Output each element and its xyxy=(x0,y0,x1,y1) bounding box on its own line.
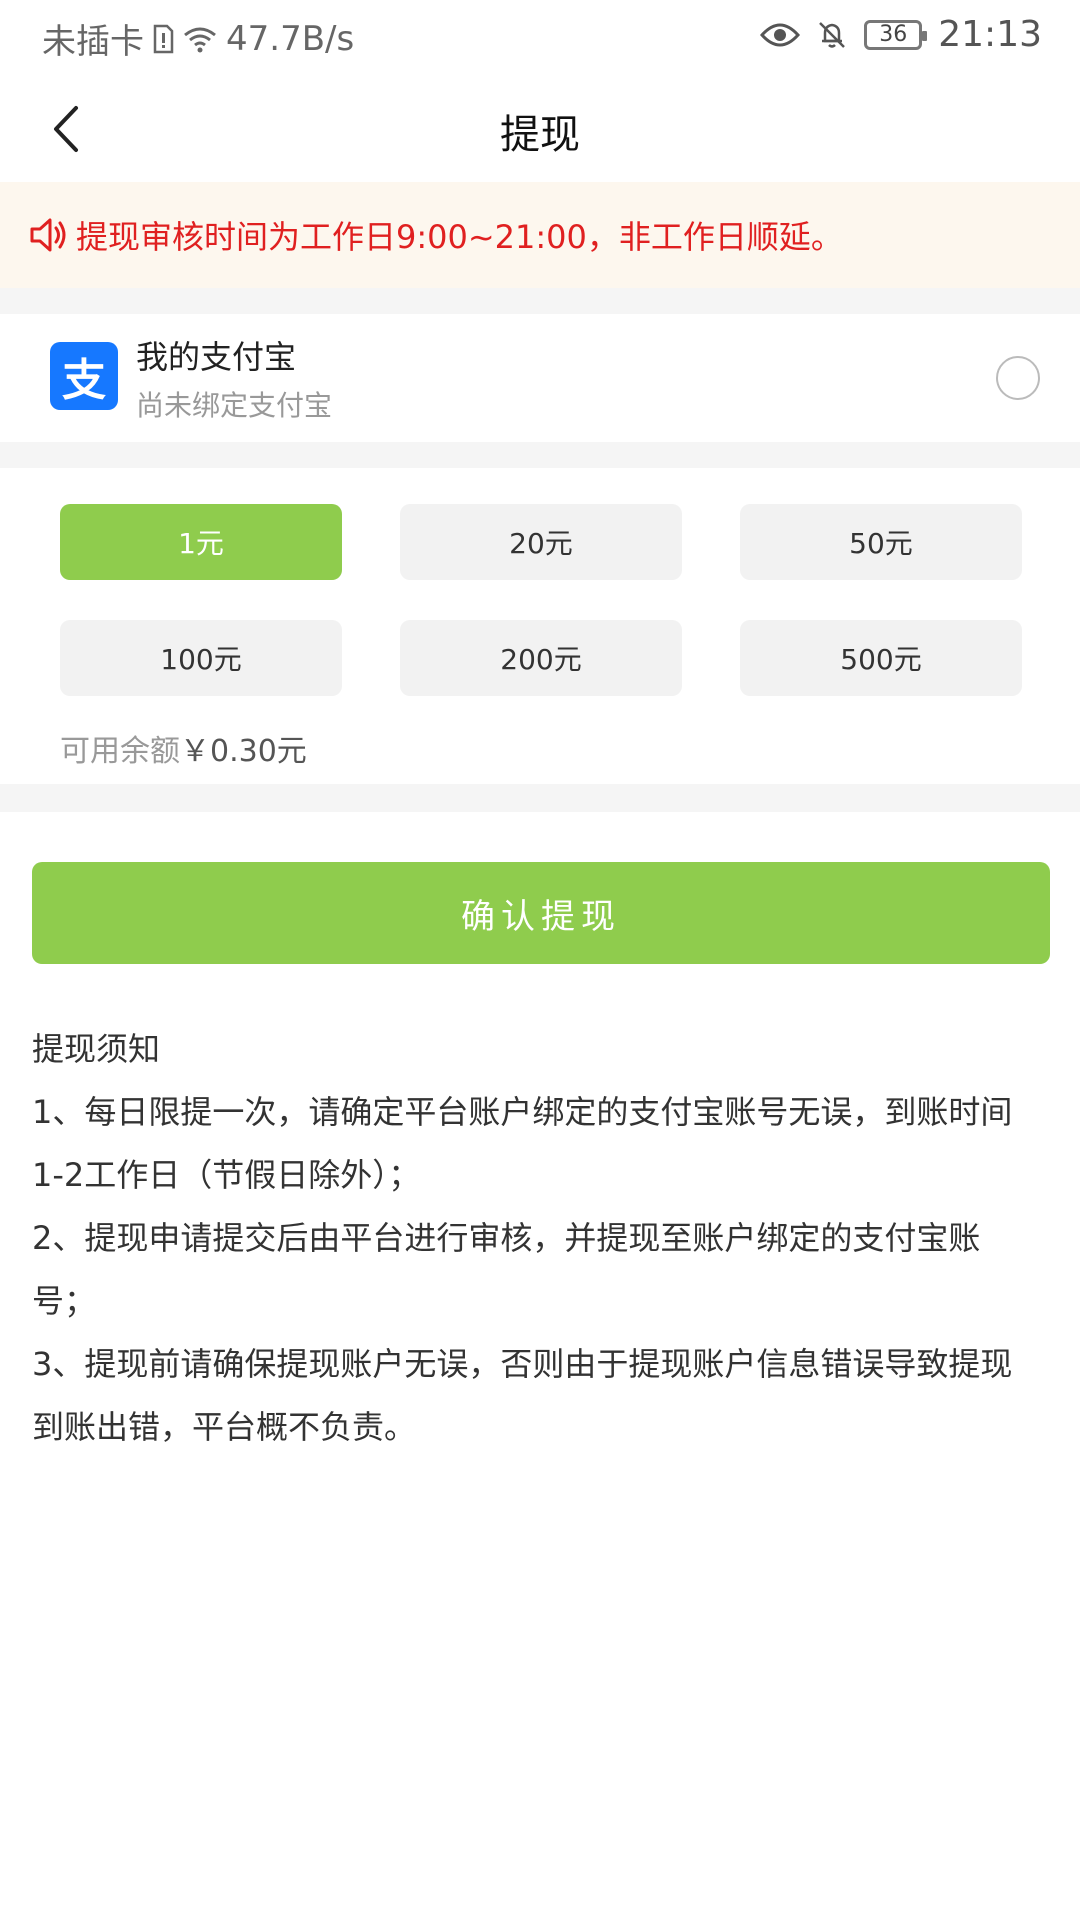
withdraw-notes: 提现须知 1、每日限提一次，请确定平台账户绑定的支付宝账号无误，到账时间1-2工… xyxy=(32,1018,1042,1459)
amount-option-100[interactable]: 100元 xyxy=(60,620,342,696)
status-left: 未插卡 47.7B/s xyxy=(42,14,354,63)
section-divider xyxy=(0,784,1080,812)
eye-icon xyxy=(760,21,801,49)
alipay-icon: 支 xyxy=(50,342,118,410)
amount-option-50[interactable]: 50元 xyxy=(740,504,1022,580)
balance-label: 可用余额 xyxy=(60,734,180,769)
balance-value: ￥0.30元 xyxy=(180,734,307,769)
alipay-radio[interactable] xyxy=(996,356,1040,400)
amount-option-500[interactable]: 500元 xyxy=(740,620,1022,696)
status-right: 36 21:13 xyxy=(760,14,1042,55)
wifi-icon xyxy=(182,24,218,54)
status-bar: 未插卡 47.7B/s 36 21:13 xyxy=(0,0,1080,76)
notes-item: 3、提现前请确保提现账户无误，否则由于提现账户信息错误导致提现到账出错，平台概不… xyxy=(32,1345,1013,1446)
nav-bar: 提现 xyxy=(0,76,1080,182)
amount-option-200[interactable]: 200元 xyxy=(400,620,682,696)
notice-banner: 提现审核时间为工作日9:00~21:00，非工作日顺延。 xyxy=(0,182,1080,288)
alipay-logo-glyph: 支 xyxy=(62,355,106,406)
section-divider xyxy=(0,288,1080,314)
notes-item: 2、提现申请提交后由平台进行审核，并提现至账户绑定的支付宝账号； xyxy=(32,1219,981,1320)
section-divider xyxy=(0,442,1080,468)
clock: 21:13 xyxy=(938,14,1042,55)
notice-text: 提现审核时间为工作日9:00~21:00，非工作日顺延。 xyxy=(76,218,843,256)
alipay-name: 我的支付宝 xyxy=(136,338,297,376)
amount-section: 1元 20元 50元 100元 200元 500元 可用余额￥0.30元 xyxy=(0,468,1080,784)
notes-title: 提现须知 xyxy=(32,1030,161,1068)
sim-alert-icon xyxy=(152,24,174,54)
bell-off-icon xyxy=(816,19,848,51)
battery-level: 36 xyxy=(879,22,908,47)
confirm-withdraw-button[interactable]: 确认提现 xyxy=(32,862,1050,964)
available-balance: 可用余额￥0.30元 xyxy=(60,726,307,770)
amount-option-1[interactable]: 1元 xyxy=(60,504,342,580)
amount-option-20[interactable]: 20元 xyxy=(400,504,682,580)
page-title: 提现 xyxy=(500,112,580,158)
net-speed: 47.7B/s xyxy=(226,18,355,59)
notes-item: 1、每日限提一次，请确定平台账户绑定的支付宝账号无误，到账时间1-2工作日（节假… xyxy=(32,1093,1013,1194)
alipay-status: 尚未绑定支付宝 xyxy=(136,389,333,422)
battery-icon: 36 xyxy=(864,19,928,50)
carrier-label: 未插卡 xyxy=(42,22,144,62)
speaker-icon xyxy=(30,218,66,252)
alipay-account-row[interactable]: 支 我的支付宝 尚未绑定支付宝 xyxy=(0,314,1080,442)
